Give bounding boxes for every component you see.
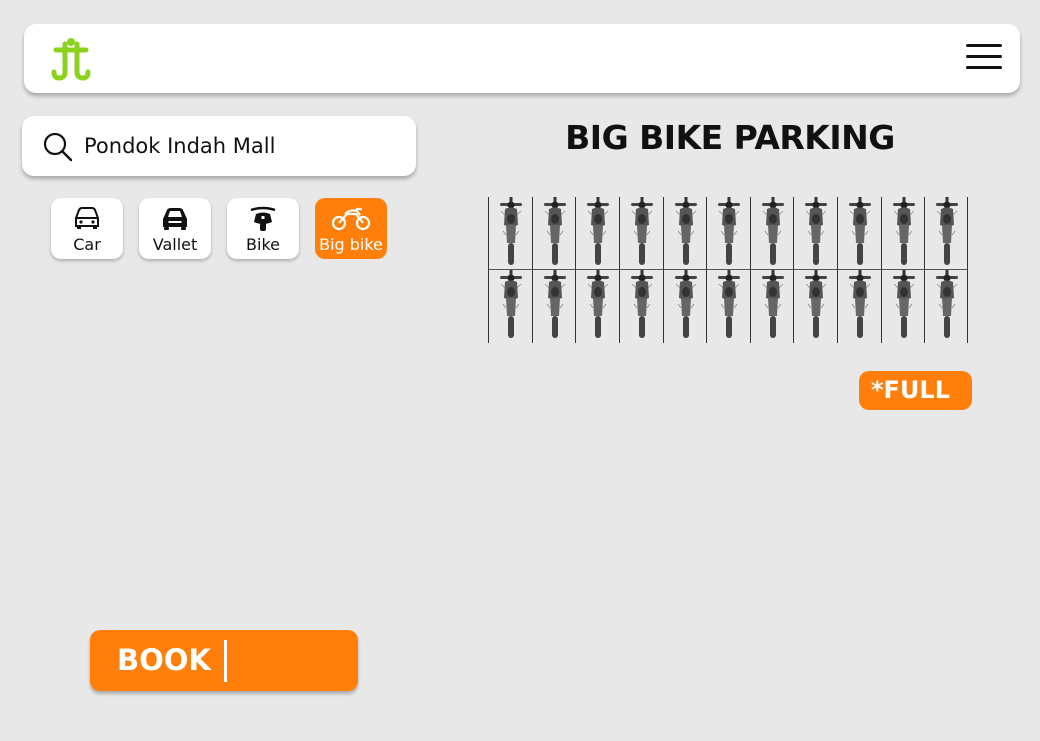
motorcycle-top-view-icon bbox=[761, 197, 784, 265]
tab-vallet-label: Vallet bbox=[152, 235, 198, 254]
parking-slot[interactable] bbox=[488, 270, 532, 343]
tab-bike-label: Bike bbox=[246, 235, 280, 254]
search-bar[interactable] bbox=[22, 116, 416, 176]
valet-car-icon bbox=[163, 208, 187, 230]
parking-slot[interactable] bbox=[880, 270, 925, 343]
search-icon bbox=[43, 132, 73, 162]
hamburger-menu-icon[interactable] bbox=[966, 44, 1002, 74]
motorcycle-top-view-icon bbox=[543, 270, 566, 338]
parking-slot[interactable] bbox=[924, 197, 968, 270]
parking-slot[interactable] bbox=[662, 197, 707, 270]
tab-bike[interactable]: Bike bbox=[227, 198, 299, 259]
motorcycle-top-view-icon bbox=[805, 270, 828, 338]
car-icon bbox=[75, 207, 99, 229]
motorcycle-top-view-icon bbox=[500, 197, 522, 265]
parking-slot[interactable] bbox=[837, 270, 881, 343]
parking-slot[interactable] bbox=[706, 197, 750, 270]
parking-slot[interactable] bbox=[531, 270, 576, 343]
motorcycle-top-view-icon bbox=[892, 197, 915, 265]
parking-title: BIG BIKE PARKING bbox=[565, 118, 895, 157]
motorcycle-top-view-icon bbox=[543, 197, 566, 265]
parking-slot[interactable] bbox=[880, 197, 925, 270]
parking-slot[interactable] bbox=[706, 270, 750, 343]
motorcycle-top-view-icon bbox=[674, 270, 697, 338]
tab-big-bike[interactable]: Big bike bbox=[315, 198, 387, 259]
parking-slot[interactable] bbox=[618, 197, 663, 270]
motorcycle-top-view-icon bbox=[936, 197, 959, 265]
tab-big-bike-label: Big bike bbox=[319, 235, 383, 254]
motorcycle-top-view-icon bbox=[718, 270, 741, 338]
parking-slot[interactable] bbox=[575, 270, 619, 343]
motorcycle-top-view-icon bbox=[587, 197, 610, 265]
parking-slot[interactable] bbox=[793, 270, 837, 343]
motorcycle-top-view-icon bbox=[849, 270, 872, 338]
parking-slot[interactable] bbox=[662, 270, 707, 343]
parking-slot[interactable] bbox=[575, 197, 619, 270]
parking-slot[interactable] bbox=[793, 197, 838, 270]
motorcycle-top-view-icon bbox=[500, 270, 522, 338]
motorcycle-top-view-icon bbox=[761, 270, 784, 338]
parking-slot[interactable] bbox=[837, 197, 881, 270]
tab-vallet[interactable]: Vallet bbox=[139, 198, 211, 259]
book-button[interactable]: BOOK bbox=[90, 630, 358, 691]
motorcycle-top-view-icon bbox=[849, 197, 872, 265]
status-badge: *FULL bbox=[859, 371, 972, 410]
tab-car-label: Car bbox=[73, 235, 101, 254]
book-button-divider bbox=[224, 640, 227, 682]
ss-logo-icon[interactable] bbox=[46, 34, 96, 84]
motorcycle-top-view-icon bbox=[587, 270, 610, 338]
parking-slot[interactable] bbox=[749, 197, 794, 270]
motorcycle-top-view-icon bbox=[674, 197, 697, 265]
motorcycle-top-view-icon bbox=[630, 270, 653, 338]
search-input[interactable] bbox=[84, 128, 399, 164]
parking-slot-grid bbox=[488, 197, 968, 343]
motorcycle-top-view-icon bbox=[936, 270, 959, 338]
motorcycle-icon bbox=[331, 207, 371, 231]
book-button-label: BOOK bbox=[117, 643, 211, 677]
motorcycle-top-view-icon bbox=[805, 197, 828, 265]
scooter-icon bbox=[250, 206, 276, 231]
parking-slot[interactable] bbox=[531, 197, 576, 270]
motorcycle-top-view-icon bbox=[892, 270, 915, 338]
parking-slot[interactable] bbox=[924, 270, 968, 343]
parking-slot[interactable] bbox=[488, 197, 532, 270]
parking-slot[interactable] bbox=[749, 270, 794, 343]
tab-car[interactable]: Car bbox=[51, 198, 123, 259]
parking-slot[interactable] bbox=[618, 270, 663, 343]
top-header bbox=[24, 24, 1020, 93]
motorcycle-top-view-icon bbox=[630, 197, 653, 265]
motorcycle-top-view-icon bbox=[718, 197, 741, 265]
